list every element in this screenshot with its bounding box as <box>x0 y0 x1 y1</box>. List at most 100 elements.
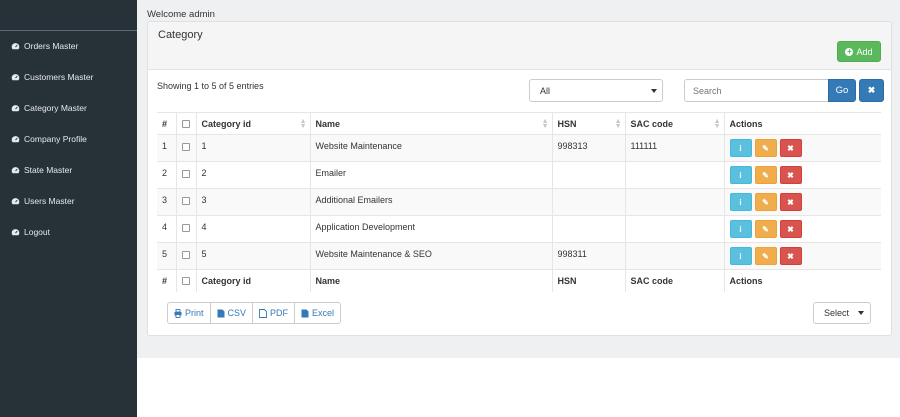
row-checkbox[interactable] <box>181 169 190 178</box>
actions-cell: i ✎ ✖ <box>724 135 881 162</box>
info-button[interactable]: i <box>729 220 752 238</box>
caret-down-icon <box>651 89 657 93</box>
footer-header-select[interactable] <box>176 269 197 292</box>
row-checkbox[interactable] <box>181 250 190 259</box>
delete-button[interactable]: ✖ <box>779 220 802 238</box>
delete-button[interactable]: ✖ <box>779 166 802 184</box>
edit-button[interactable]: ✎ <box>754 193 777 211</box>
sidebar-item-customers-master[interactable]: Customers Master <box>10 70 93 84</box>
info-icon: i <box>739 197 742 207</box>
sidebar-item-label: Company Profile <box>24 134 87 144</box>
table-row: 4 4 Application Development i ✎ ✖ <box>157 215 881 243</box>
info-icon: i <box>739 170 742 180</box>
table-header-row: # Category id ▲ ▼ Name ▲ ▼ HSN ▲ ▼ SAC code ▲ ▼ … <box>157 112 881 135</box>
file-pdf-icon <box>259 308 267 318</box>
row-select[interactable] <box>176 161 197 189</box>
row-select[interactable] <box>176 215 197 243</box>
select-all-checkbox[interactable] <box>181 120 190 129</box>
row-select[interactable] <box>176 134 197 162</box>
category-id-cell: 1 <box>196 134 311 162</box>
column-header-hsn[interactable]: HSN ▲ ▼ <box>552 112 626 135</box>
row-checkbox[interactable] <box>181 223 190 232</box>
edit-icon: ✎ <box>762 251 769 261</box>
dashboard-icon <box>10 41 20 51</box>
dashboard-icon <box>10 72 20 82</box>
welcome-text: Welcome admin <box>147 9 215 20</box>
close-icon: ✖ <box>787 224 794 234</box>
sidebar-item-company-profile[interactable]: Company Profile <box>10 132 87 146</box>
column-header-number: # <box>157 112 177 135</box>
sidebar-item-label: Customers Master <box>24 72 94 82</box>
sidebar-item-orders-master[interactable]: Orders Master <box>10 39 78 53</box>
name-cell: Application Development <box>310 215 553 243</box>
add-button[interactable]: + Add <box>837 41 881 62</box>
sidebar-item-state-master[interactable]: State Master <box>10 163 72 177</box>
filter-select[interactable]: All <box>529 79 663 102</box>
info-button[interactable]: i <box>729 247 752 265</box>
delete-button[interactable]: ✖ <box>779 247 802 265</box>
row-checkbox[interactable] <box>181 196 190 205</box>
info-button[interactable]: i <box>729 193 752 211</box>
sac-code-cell <box>625 242 725 270</box>
delete-button[interactable]: ✖ <box>779 193 802 211</box>
edit-button[interactable]: ✎ <box>754 139 777 157</box>
row-select[interactable] <box>176 188 197 216</box>
category-table: # Category id ▲ ▼ Name ▲ ▼ HSN ▲ ▼ SAC code ▲ ▼ … <box>157 112 881 292</box>
add-button-label: Add <box>856 46 873 57</box>
row-number: 5 <box>157 242 177 270</box>
go-button[interactable]: Go <box>828 79 856 102</box>
sac-code-cell: 111111 <box>625 134 725 162</box>
clear-search-button[interactable]: ✖ <box>859 79 884 102</box>
sidebar-divider <box>0 30 137 31</box>
info-button[interactable]: i <box>729 139 752 157</box>
print-button[interactable]: Print <box>167 302 211 324</box>
edit-icon: ✎ <box>762 197 769 207</box>
hsn-cell <box>552 188 626 216</box>
edit-button[interactable]: ✎ <box>754 247 777 265</box>
close-icon: ✖ <box>787 170 794 180</box>
actions-cell: i ✎ ✖ <box>724 216 881 243</box>
column-header-category-id[interactable]: Category id ▲ ▼ <box>196 112 311 135</box>
excel-button[interactable]: Excel <box>294 302 342 324</box>
column-header-name[interactable]: Name ▲ ▼ <box>310 112 553 135</box>
column-header-sac-code[interactable]: SAC code ▲ ▼ <box>625 112 725 135</box>
csv-button[interactable]: CSV <box>209 302 254 324</box>
footer-header-name: Name <box>310 269 553 292</box>
sidebar-item-users-master[interactable]: Users Master <box>10 194 75 208</box>
table-row: 3 3 Additional Emailers i ✎ ✖ <box>157 188 881 216</box>
edit-icon: ✎ <box>762 224 769 234</box>
close-icon: ✖ <box>787 197 794 207</box>
row-number: 2 <box>157 161 177 189</box>
filter-select-value: All <box>540 85 551 96</box>
dashboard-icon <box>10 196 20 206</box>
table-row: 2 2 Emailer i ✎ ✖ <box>157 161 881 189</box>
edit-button[interactable]: ✎ <box>754 166 777 184</box>
sidebar-item-label: Orders Master <box>24 41 79 51</box>
export-button-group: Print CSV PDF Excel <box>167 302 342 324</box>
dashboard-icon <box>10 227 20 237</box>
column-header-select[interactable] <box>176 112 197 135</box>
row-select[interactable] <box>176 242 197 270</box>
row-checkbox[interactable] <box>181 142 190 151</box>
info-icon: i <box>739 251 742 261</box>
select-all-checkbox[interactable] <box>181 277 190 286</box>
page-select[interactable]: Select <box>813 302 871 324</box>
sidebar-item-category-master[interactable]: Category Master <box>10 101 87 115</box>
info-button[interactable]: i <box>729 166 752 184</box>
name-cell: Website Maintenance <box>310 134 553 162</box>
hsn-cell: 998313 <box>552 134 626 162</box>
sidebar-item-label: Users Master <box>24 196 75 206</box>
row-number: 4 <box>157 215 177 243</box>
dashboard-icon <box>10 103 20 113</box>
pdf-button[interactable]: PDF <box>252 302 296 324</box>
sidebar-item-logout[interactable]: Logout <box>10 225 50 239</box>
search-input[interactable] <box>684 79 829 102</box>
actions-cell: i ✎ ✖ <box>724 162 881 189</box>
delete-button[interactable]: ✖ <box>779 139 802 157</box>
hsn-cell <box>552 161 626 189</box>
column-header-label: HSN <box>557 118 577 129</box>
edit-icon: ✎ <box>762 170 769 180</box>
edit-button[interactable]: ✎ <box>754 220 777 238</box>
info-icon: i <box>739 224 742 234</box>
close-icon: ✖ <box>787 251 794 261</box>
